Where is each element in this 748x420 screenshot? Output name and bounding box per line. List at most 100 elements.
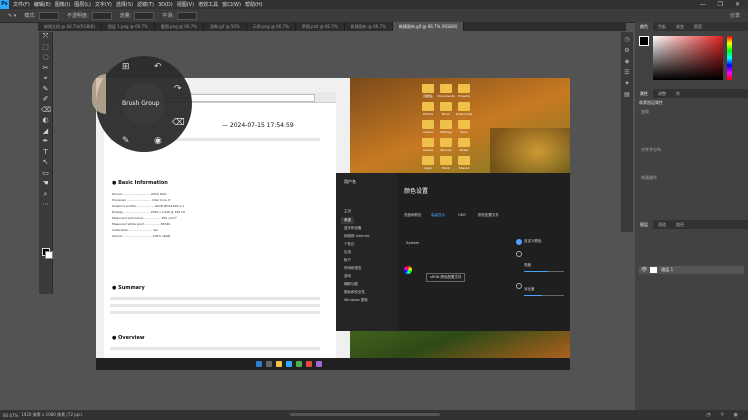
contrast-slider[interactable]: [524, 295, 564, 296]
zoom-tool-icon[interactable]: ⌕: [41, 190, 50, 199]
redo-icon[interactable]: ↷: [174, 84, 182, 94]
eyedropper-tool-icon[interactable]: ⌖: [41, 74, 50, 83]
eraser-icon[interactable]: ⌫: [172, 118, 185, 128]
radial-segment-highlight[interactable]: [92, 74, 106, 114]
hue-slider[interactable]: [727, 36, 732, 80]
doc-tab[interactable]: 草图.psd @ 66.7%: [296, 22, 345, 31]
radio-option[interactable]: [516, 283, 522, 289]
brightness-slider[interactable]: [524, 271, 564, 272]
tab-brightness[interactable]: 亮度和颜色: [404, 213, 422, 218]
layers-comp-icon[interactable]: ▤: [623, 91, 631, 98]
background-color-swatch[interactable]: [45, 251, 53, 259]
transform-section[interactable]: 变换: [635, 108, 748, 116]
radio-option[interactable]: [516, 239, 522, 245]
type-tool-icon[interactable]: T: [41, 148, 50, 157]
horizontal-scrollbar[interactable]: [290, 413, 440, 416]
zoom-level[interactable]: 66.67%: [3, 413, 18, 418]
brush-preset-picker[interactable]: ✎ ▾: [8, 13, 16, 19]
layout-icon[interactable]: ⊞: [122, 62, 130, 72]
tab-adjustments[interactable]: 调整: [653, 89, 671, 98]
tab-hdr[interactable]: HDR: [458, 213, 466, 217]
sidebar-item-gaming[interactable]: 游戏: [344, 274, 351, 279]
mode-select[interactable]: [38, 11, 59, 20]
sidebar-item-accessibility[interactable]: 辅助功能: [344, 282, 358, 287]
gradient-tool-icon[interactable]: ◐: [41, 116, 50, 125]
menu-help[interactable]: 帮助(H): [245, 1, 263, 8]
app-icon[interactable]: [306, 361, 312, 367]
tab-layers[interactable]: 图层: [635, 220, 653, 229]
menu-plugins[interactable]: 增效工具: [198, 1, 218, 8]
app-icon[interactable]: [316, 361, 322, 367]
folder-icon[interactable]: [458, 120, 470, 129]
history-icon[interactable]: ◷: [623, 36, 631, 43]
pen-tool-icon[interactable]: ✒: [41, 137, 50, 146]
quick-actions-section[interactable]: 快速操作: [635, 174, 748, 182]
sidebar-item-system[interactable]: 系统: [341, 217, 354, 224]
brush-tool-icon[interactable]: ✎: [41, 85, 50, 94]
menu-view[interactable]: 视图(V): [177, 1, 194, 8]
tab-properties[interactable]: 属性: [635, 89, 653, 98]
marquee-tool-icon[interactable]: ⬚: [41, 43, 50, 52]
fg-color-chip[interactable]: [639, 36, 649, 46]
doc-tab[interactable]: 录制.gif @ 50%: [204, 22, 247, 31]
share-button[interactable]: 分享: [730, 12, 740, 19]
opacity-input[interactable]: [91, 11, 112, 20]
tab-channels[interactable]: 通道: [653, 220, 671, 229]
sidebar-item-home[interactable]: 主页: [344, 209, 351, 214]
sidebar-item-accounts[interactable]: 帐户: [344, 258, 351, 263]
tab-advanced-display[interactable]: 高级显示: [431, 213, 445, 218]
sidebar-item-bluetooth[interactable]: 蓝牙和设备: [344, 226, 362, 231]
menu-window[interactable]: 窗口(W): [222, 1, 241, 8]
doc-tab[interactable]: 截图.png @ 66.7%: [155, 22, 204, 31]
lasso-tool-icon[interactable]: ◌: [41, 53, 50, 62]
brushes-icon[interactable]: ✦: [623, 80, 631, 87]
folder-icon[interactable]: [440, 156, 452, 165]
folder-icon[interactable]: [422, 84, 434, 93]
sidebar-item-update[interactable]: Windows 更新: [344, 298, 368, 303]
crop-tool-icon[interactable]: ✂: [41, 64, 50, 73]
paragraph-icon[interactable]: ☰: [623, 69, 631, 76]
doc-tab[interactable]: 新建文档 @ 66.7%(RGB/8): [38, 22, 102, 31]
hand-tool-icon[interactable]: ☚: [41, 179, 50, 188]
doc-tab-active[interactable]: 新建画布.gif @ 66.7% (RGB/8): [392, 22, 465, 31]
settings-window[interactable]: 用户名 主页 系统 蓝牙和设备 网络和 Internet 个性化 应用 帐户 时…: [336, 173, 570, 331]
doc-tab[interactable]: 示例.png @ 66.7%: [247, 22, 296, 31]
sidebar-item-time[interactable]: 时间和语言: [344, 266, 362, 271]
folder-icon[interactable]: [440, 84, 452, 93]
brush-size-icon[interactable]: ◉: [154, 136, 162, 146]
explorer-icon[interactable]: [276, 361, 282, 367]
profile-select[interactable]: sRGB 颜色配置文件: [426, 273, 466, 282]
tab-swatches[interactable]: 色板: [653, 22, 671, 31]
folder-icon[interactable]: [440, 138, 452, 147]
brush-icon[interactable]: ✎: [122, 136, 130, 146]
menu-image[interactable]: 图像(I): [55, 1, 70, 8]
window-controls[interactable]: — ❐ ✕: [700, 1, 745, 8]
visibility-eye-icon[interactable]: 👁: [641, 267, 647, 273]
menu-filter[interactable]: 滤镜(T): [137, 1, 154, 8]
app-icon[interactable]: [296, 361, 302, 367]
folder-icon[interactable]: [458, 102, 470, 111]
folder-icon[interactable]: [440, 120, 452, 129]
search-icon[interactable]: [266, 361, 272, 367]
tab-patterns[interactable]: 图案: [689, 22, 707, 31]
sidebar-item-apps[interactable]: 应用: [344, 250, 351, 255]
rectangle-tool-icon[interactable]: ▭: [41, 169, 50, 178]
folder-icon[interactable]: [458, 138, 470, 147]
undo-icon[interactable]: ↶: [154, 62, 162, 72]
menu-3d[interactable]: 3D(D): [158, 2, 173, 8]
folder-icon[interactable]: [458, 84, 470, 93]
tab-color[interactable]: 颜色: [635, 22, 653, 31]
pencil-tool-icon[interactable]: ✐: [41, 95, 50, 104]
color-picker-field[interactable]: [653, 36, 723, 80]
path-select-tool-icon[interactable]: ↖: [41, 158, 50, 167]
tab-color-profile[interactable]: 颜色配置文件: [478, 213, 499, 218]
tab-libraries[interactable]: 库: [671, 89, 685, 98]
doc-tab[interactable]: 图层 1.png @ 66.7%: [102, 22, 155, 31]
folder-icon[interactable]: [422, 120, 434, 129]
menu-file[interactable]: 文件(F): [13, 1, 30, 8]
folder-icon[interactable]: [422, 156, 434, 165]
folder-icon[interactable]: [422, 138, 434, 147]
flow-input[interactable]: [134, 11, 155, 20]
settings-icon[interactable]: ⚙: [623, 47, 631, 54]
folder-icon[interactable]: [458, 156, 470, 165]
